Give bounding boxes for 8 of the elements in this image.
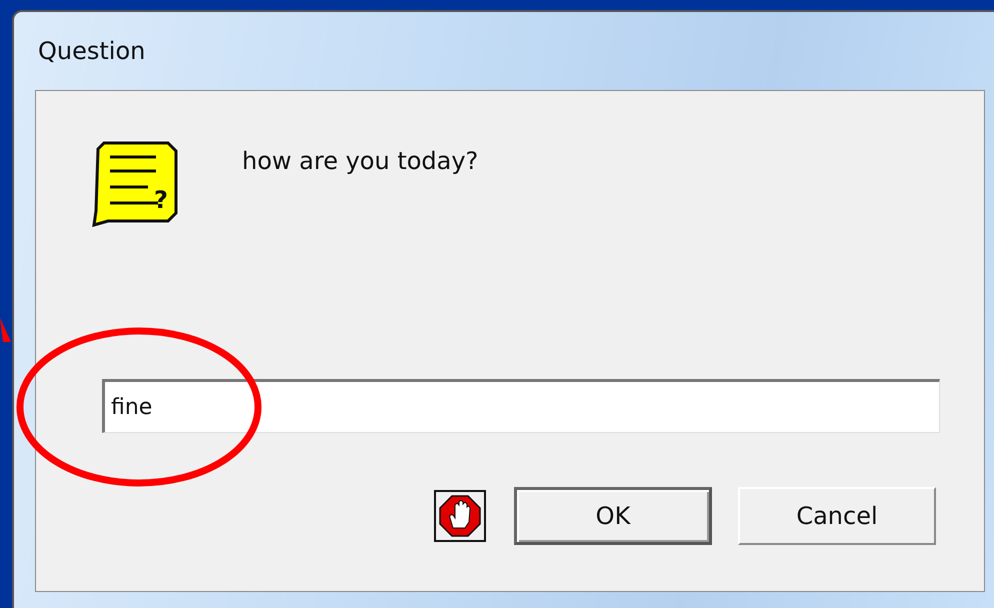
stop-hand-icon xyxy=(434,490,486,542)
window-title: Question xyxy=(38,37,146,65)
pointer-arrow xyxy=(0,318,11,342)
ok-button[interactable]: OK xyxy=(514,487,712,545)
answer-field[interactable]: fine xyxy=(102,379,940,433)
question-note-icon: ? xyxy=(92,141,180,227)
cancel-button[interactable]: Cancel xyxy=(738,487,936,545)
question-text: how are you today? xyxy=(242,147,478,177)
